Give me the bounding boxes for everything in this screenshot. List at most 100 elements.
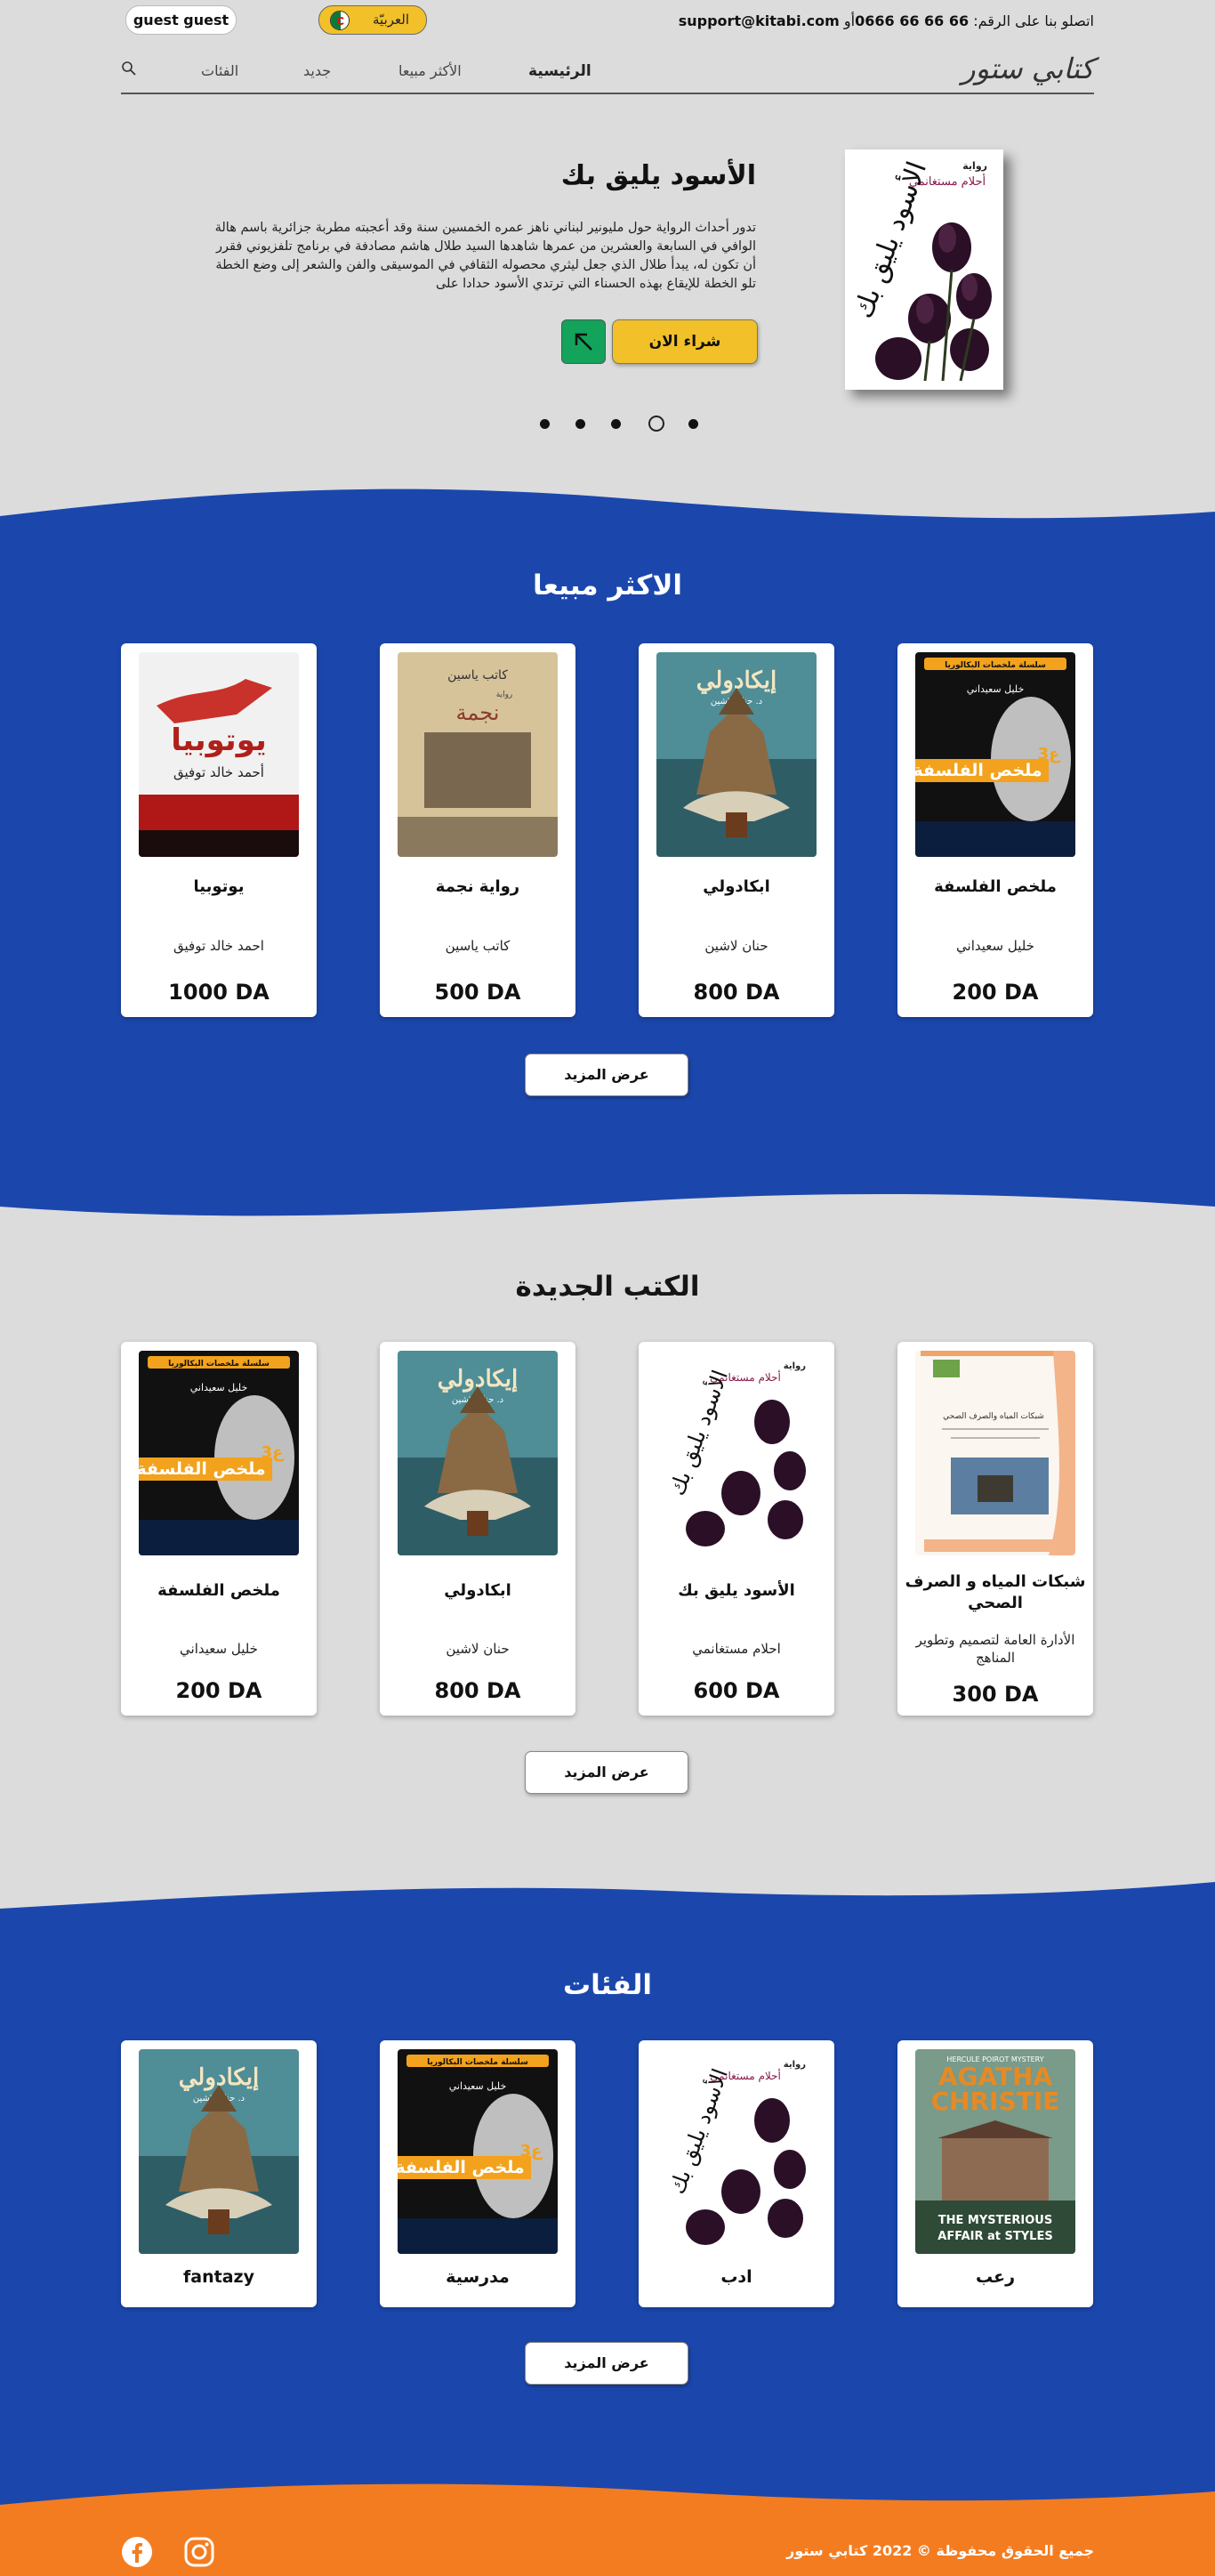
categories-more-button[interactable]: عرض المزيد [525,2342,688,2385]
bestsellers-more-button[interactable]: عرض المزيد [525,1054,688,1096]
book-price: 500 DA [434,980,521,1005]
new-books-more-button[interactable]: عرض المزيد [525,1751,688,1794]
algeria-flag-icon [330,11,350,30]
book-price: 1000 DA [168,980,270,1005]
book-card[interactable]: إيكادولي د. حنان لاشين ابكادولي حنان لاش… [639,643,834,1017]
carousel-dot-3[interactable] [611,419,621,429]
book-author: حنان لاشين [704,938,768,954]
svg-text:AFFAIR at STYLES: AFFAIR at STYLES [937,2230,1052,2243]
book-title[interactable]: رواية نجمة [385,876,570,898]
nav-bestsellers[interactable]: الأكثر مبيعا [398,62,462,79]
svg-text:CHRISTIE: CHRISTIE [931,2087,1060,2116]
category-cover-aswad: رواية أحلام مستغانمي الأسود يليق بك [656,2049,817,2254]
svg-text:3ع: 3ع [262,1443,285,1462]
book-cover-philosophy: سلسلة ملخصات البكالوريا خليل سعيداني ملخ… [915,652,1075,857]
support-email[interactable]: support@kitabi.com [679,12,840,29]
book-author: خليل سعيداني [180,1641,258,1657]
category-name[interactable]: ادب [644,2266,829,2288]
book-card[interactable]: شبكات المياه والصرف الصحي شبكات المياه و… [897,1342,1093,1716]
book-cover-nedjma: كاتب ياسين رواية نجمة [398,652,558,857]
wave-divider [0,489,1215,543]
category-name[interactable]: رعب [903,2266,1088,2288]
phone-number[interactable]: 0666 66 66 66 [855,12,969,29]
hero-description: تدور أحداث الرواية حول مليونير لبناني نا… [214,221,756,291]
arrow-up-left-icon [575,333,592,351]
book-cover-water: شبكات المياه والصرف الصحي [915,1351,1075,1555]
contact-prefix: اتصلو بنا على الرقم: [973,12,1094,29]
language-label: العربيّة [373,12,409,28]
book-card[interactable]: رواية أحلام مستغانمي الأسود يليق بك الأس… [639,1342,834,1716]
svg-text:يوتوبيا: يوتوبيا [171,723,267,758]
book-card[interactable]: يوتوبيا أحمد خالد توفيق يوتوبيا احمد خال… [121,643,317,1017]
book-title[interactable]: شبكات المياه و الصرف الصحي [903,1571,1088,1614]
svg-text:ملخص الفلسفة: ملخص الفلسفة [915,761,1042,780]
search-icon[interactable] [121,61,137,77]
category-card[interactable]: HERCULE POIROT MYSTERY AGATHA CHRISTIE T… [897,2040,1093,2307]
category-name[interactable]: مدرسية [385,2266,570,2288]
category-card[interactable]: رواية أحلام مستغانمي الأسود يليق بك ادب [639,2040,834,2307]
buy-now-button[interactable]: شراء الان [612,319,758,364]
book-price: 300 DA [952,1682,1039,1707]
svg-text:رواية: رواية [784,2060,806,2070]
book-title[interactable]: ملخص الفلسفة [903,876,1088,898]
category-card[interactable]: إيكادولي د. حنان لاشين fantazy [121,2040,317,2307]
category-name[interactable]: fantazy [126,2266,311,2288]
nav-new[interactable]: جديد [303,62,331,79]
svg-text:رواية: رواية [496,690,513,699]
language-switch[interactable]: العربيّة [318,5,427,35]
book-author: خليل سعيداني [956,938,1034,954]
book-price: 200 DA [952,980,1039,1005]
svg-text:سلسلة ملخصات البكالوريا: سلسلة ملخصات البكالوريا [168,1360,270,1369]
aswad-cover-image: رواية أحلام مستغانمي الأسود يليق بك [845,149,1003,390]
book-cover-ikadoli: إيكادولي د. حنان لاشين [656,652,817,857]
hero-book-cover[interactable]: رواية أحلام مستغانمي الأسود يليق بك [845,149,1003,390]
book-author: حنان لاشين [446,1641,510,1657]
carousel-dot-5[interactable] [688,419,698,429]
book-author: الأدارة العامة لتصميم وتطوير المناهج [915,1632,1075,1666]
book-price: 800 DA [434,1678,521,1703]
nav-categories[interactable]: الفئات [201,62,238,79]
carousel-dot-2[interactable] [575,419,585,429]
book-price: 200 DA [175,1678,262,1703]
facebook-icon[interactable] [121,2536,153,2568]
svg-text:3ع: 3ع [1038,745,1061,763]
nav-home[interactable]: الرئيسية [528,62,591,80]
svg-text:سلسلة ملخصات البكالوريا: سلسلة ملخصات البكالوريا [427,2058,528,2067]
book-price: 600 DA [693,1678,780,1703]
wave-divider [0,1180,1215,1216]
book-title[interactable]: ملخص الفلسفة [126,1580,311,1602]
instagram-icon[interactable] [183,2536,215,2568]
carousel-dot-1[interactable] [540,419,550,429]
carousel-dot-4[interactable] [648,416,664,432]
book-cover-philosophy: سلسلة ملخصات البكالوريا خليل سعيداني ملخ… [139,1351,299,1555]
book-card[interactable]: كاتب ياسين رواية نجمة رواية نجمة كاتب يا… [380,643,575,1017]
brand-logo[interactable]: كتابي ستور [962,52,1094,85]
book-title[interactable]: الأسود يليق بك [644,1580,829,1602]
book-title[interactable]: ابكادولي [385,1580,570,1602]
contact-or: أو [843,12,856,29]
book-cover-ikadoli: إيكادولي د. حنان لاشين [398,1351,558,1555]
contact-info: اتصلو بنا على الرقم: 0666 66 66 66أو sup… [679,12,1094,29]
svg-text:كاتب ياسين: كاتب ياسين [447,668,508,682]
book-card[interactable]: سلسلة ملخصات البكالوريا خليل سعيداني ملخ… [897,643,1093,1017]
book-title[interactable]: ابكادولي [644,876,829,898]
svg-text:رواية: رواية [784,1361,806,1371]
category-card[interactable]: سلسلة ملخصات البكالوريا خليل سعيداني ملخ… [380,2040,575,2307]
svg-text:رواية: رواية [962,160,987,172]
book-author: احلام مستغانمي [692,1641,781,1657]
svg-text:خليل سعيداني: خليل سعيداني [449,2080,507,2092]
book-card[interactable]: سلسلة ملخصات البكالوريا خليل سعيداني ملخ… [121,1342,317,1716]
svg-text:سلسلة ملخصات البكالوريا: سلسلة ملخصات البكالوريا [945,661,1046,670]
category-cover-philosophy: سلسلة ملخصات البكالوريا خليل سعيداني ملخ… [398,2049,558,2254]
book-card[interactable]: إيكادولي د. حنان لاشين ابكادولي حنان لاش… [380,1342,575,1716]
user-account-button[interactable]: guest guest [125,5,237,35]
book-author: احمد خالد توفيق [173,938,264,954]
svg-text:نجمة: نجمة [456,700,500,725]
copyright-text: جميع الحقوق محفوظة © 2022 كتابي ستور [786,2542,1094,2559]
category-cover-christie: HERCULE POIROT MYSTERY AGATHA CHRISTIE T… [915,2049,1075,2254]
footer-wave [0,2483,1215,2576]
categories-title: الفئات [562,1969,653,2001]
open-book-button[interactable] [561,319,606,364]
book-title[interactable]: يوتوبيا [126,876,311,898]
main-nav: كتابي ستور الرئيسية الأكثر مبيعا جديد ال… [121,46,1094,94]
